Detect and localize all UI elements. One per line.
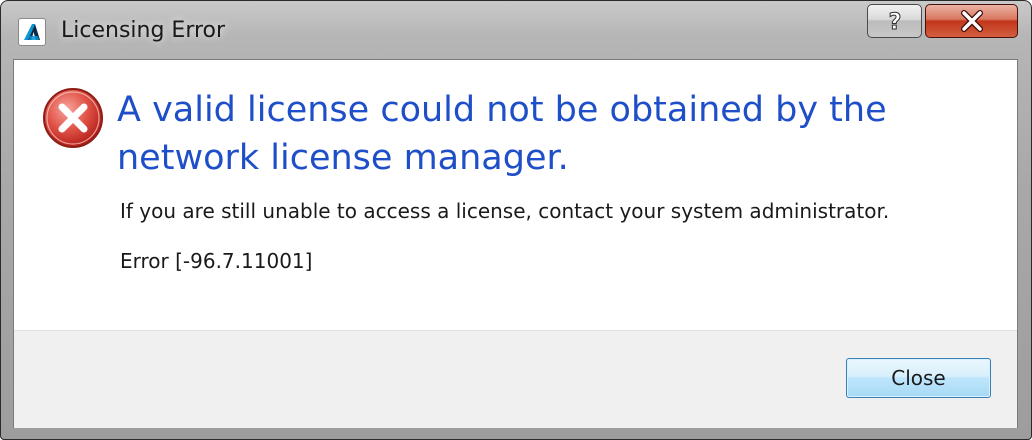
autodesk-logo-icon [18,18,46,46]
help-button[interactable]: ? [867,4,922,38]
button-bar: Close [14,330,1017,428]
window-title: Licensing Error [61,18,226,43]
question-mark-icon: ? [888,10,902,36]
dialog-content: A valid license could not be obtained by… [13,59,1018,428]
error-code: Error [-96.7.11001] [120,249,313,273]
error-heading: A valid license could not be obtained by… [117,90,887,178]
svg-text:?: ? [888,10,901,35]
window-close-button[interactable] [925,4,1018,38]
error-message: If you are still unable to access a lice… [120,199,890,223]
close-button[interactable]: Close [846,358,991,398]
close-x-icon [960,10,983,32]
error-icon [43,88,103,148]
title-bar[interactable]: Licensing Error ? [1,1,1031,59]
dialog-window: Licensing Error ? A valid license could … [0,0,1032,440]
